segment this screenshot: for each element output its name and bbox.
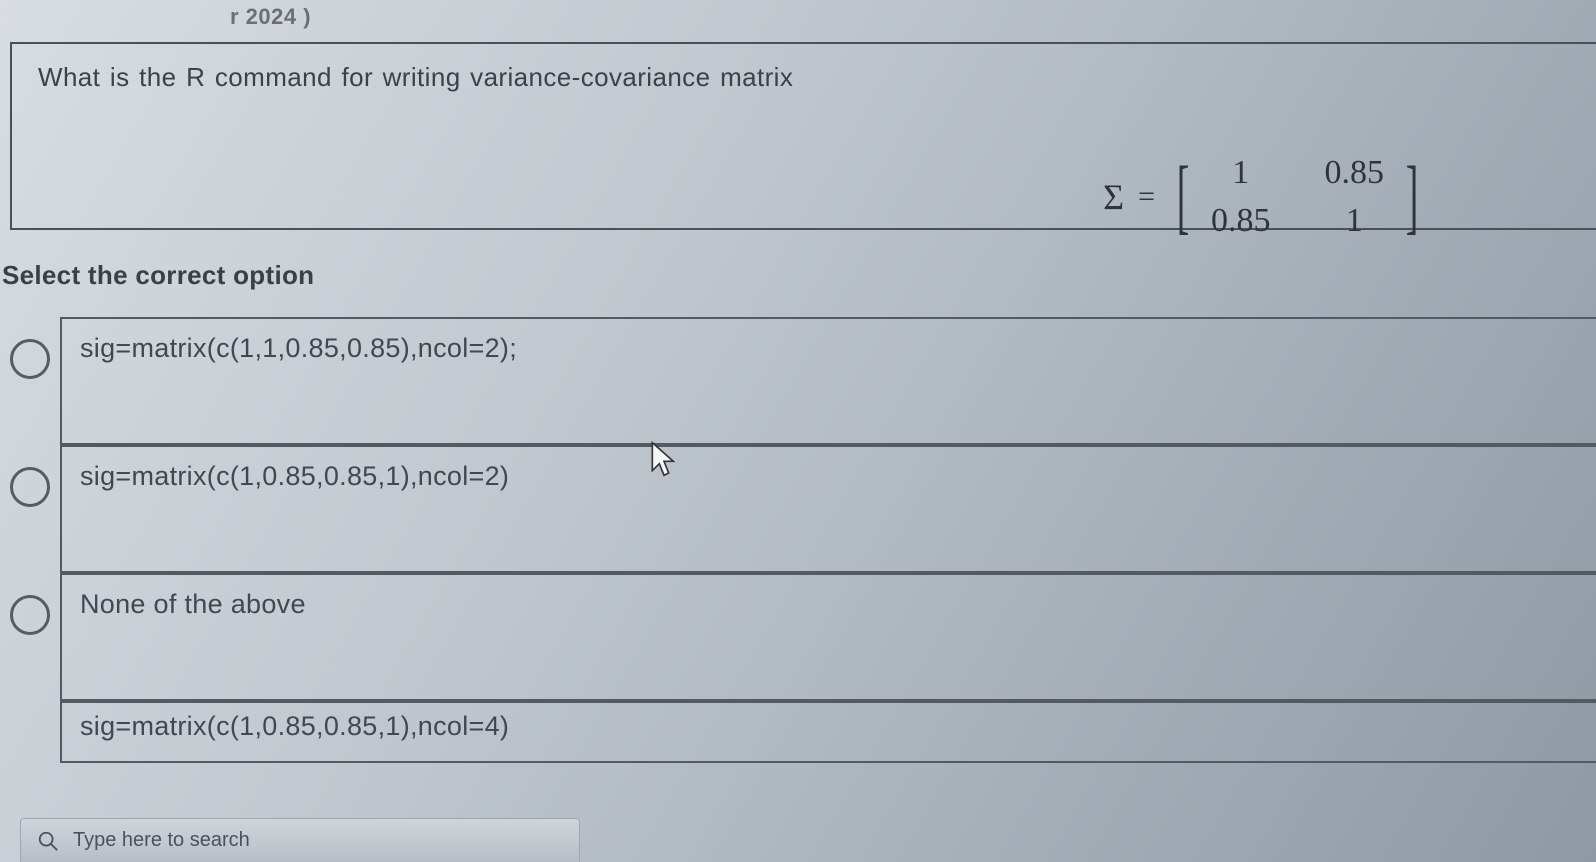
left-bracket: [ [1177, 165, 1190, 229]
option-text-3[interactable]: None of the above [60, 573, 1596, 701]
radio-button-3[interactable] [10, 595, 50, 635]
quiz-page: r 2024 ) What is the R command for writi… [0, 0, 1596, 862]
radio-cell [0, 445, 60, 573]
options-list: sig=matrix(c(1,1,0.85,0.85),ncol=2); sig… [0, 317, 1596, 763]
search-placeholder: Type here to search [73, 829, 250, 852]
search-icon [37, 830, 59, 852]
option-text-4[interactable]: sig=matrix(c(1,0.85,0.85,1),ncol=4) [60, 701, 1596, 763]
option-text-1[interactable]: sig=matrix(c(1,1,0.85,0.85),ncol=2); [60, 317, 1596, 445]
sigma-matrix: Σ = [ 1 0.85 0.85 1 ] [1103, 154, 1426, 240]
matrix-cell: 1 [1325, 202, 1385, 240]
equals-sign: = [1138, 180, 1155, 214]
matrix-grid: 1 0.85 0.85 1 [1211, 154, 1384, 240]
question-box: What is the R command for writing varian… [10, 42, 1596, 230]
matrix-cell: 0.85 [1211, 202, 1271, 240]
instruction-text: Select the correct option [0, 230, 1596, 317]
radio-cell [0, 573, 60, 701]
option-label: sig=matrix(c(1,0.85,0.85,1),ncol=2) [80, 461, 509, 492]
option-label: sig=matrix(c(1,0.85,0.85,1),ncol=4) [80, 711, 509, 742]
option-row-1: sig=matrix(c(1,1,0.85,0.85),ncol=2); [0, 317, 1596, 445]
matrix-cell: 0.85 [1325, 154, 1385, 192]
option-row-2: sig=matrix(c(1,0.85,0.85,1),ncol=2) [0, 445, 1596, 573]
right-bracket: ] [1406, 165, 1419, 229]
option-text-2[interactable]: sig=matrix(c(1,0.85,0.85,1),ncol=2) [60, 445, 1596, 573]
radio-button-2[interactable] [10, 467, 50, 507]
sigma-symbol: Σ [1103, 176, 1124, 218]
radio-button-1[interactable] [10, 339, 50, 379]
option-row-3: None of the above [0, 573, 1596, 701]
option-row-4: sig=matrix(c(1,0.85,0.85,1),ncol=4) [0, 701, 1596, 763]
header-fragment: r 2024 ) [0, 4, 1596, 38]
option-label: None of the above [80, 589, 306, 620]
matrix-cell: 1 [1211, 154, 1271, 192]
option-label: sig=matrix(c(1,1,0.85,0.85),ncol=2); [80, 333, 517, 364]
question-text: What is the R command for writing varian… [38, 62, 1570, 93]
radio-cell [0, 317, 60, 445]
taskbar-search[interactable]: Type here to search [20, 818, 580, 862]
